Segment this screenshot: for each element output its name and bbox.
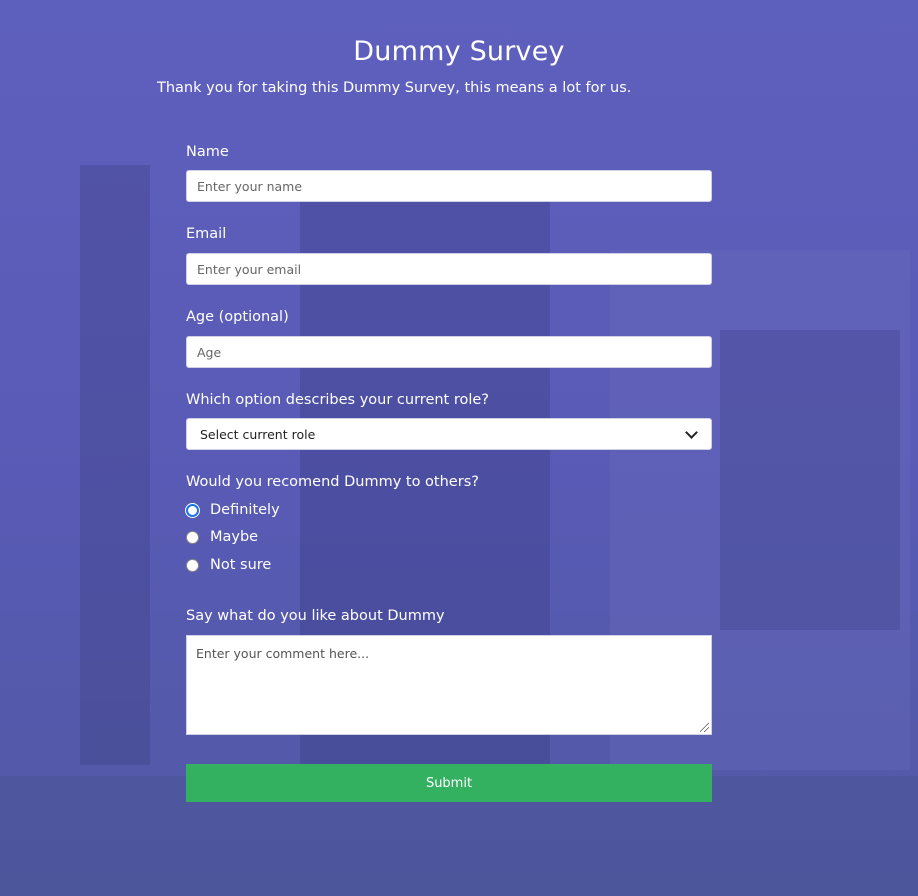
comment-label: Say what do you like about Dummy	[186, 608, 445, 624]
submit-button[interactable]: Submit	[186, 764, 712, 802]
age-label: Age (optional)	[186, 309, 289, 325]
page-title: Dummy Survey	[353, 36, 565, 67]
radio-button[interactable]	[186, 558, 199, 572]
comment-placeholder: Enter your comment here...	[196, 646, 370, 661]
radio-option-not-sure[interactable]: Not sure	[186, 557, 271, 573]
name-input[interactable]	[186, 170, 712, 202]
radio-option-definitely[interactable]: Definitely	[186, 502, 280, 518]
survey-page: Dummy Survey Thank you for taking this D…	[0, 0, 918, 896]
age-input[interactable]	[186, 336, 712, 368]
radio-option-maybe[interactable]: Maybe	[186, 529, 258, 545]
name-label: Name	[186, 144, 229, 160]
radio-button[interactable]	[186, 530, 199, 544]
role-label: Which option describes your current role…	[186, 392, 490, 408]
resize-handle-icon[interactable]	[700, 723, 709, 732]
radio-label: Maybe	[210, 529, 259, 545]
email-input[interactable]	[186, 253, 712, 285]
radio-label: Not sure	[210, 557, 272, 573]
page-subtitle: Thank you for taking this Dummy Survey, …	[157, 80, 632, 96]
radio-label: Definitely	[210, 502, 280, 518]
role-select-value: Select current role	[200, 426, 316, 442]
comment-textarea[interactable]: Enter your comment here...	[186, 635, 712, 735]
radio-button[interactable]	[186, 503, 199, 517]
email-label: Email	[186, 226, 227, 242]
recommend-label: Would you recomend Dummy to others?	[186, 474, 479, 490]
role-select[interactable]: Select current role	[186, 418, 712, 450]
chevron-down-icon	[685, 425, 698, 439]
